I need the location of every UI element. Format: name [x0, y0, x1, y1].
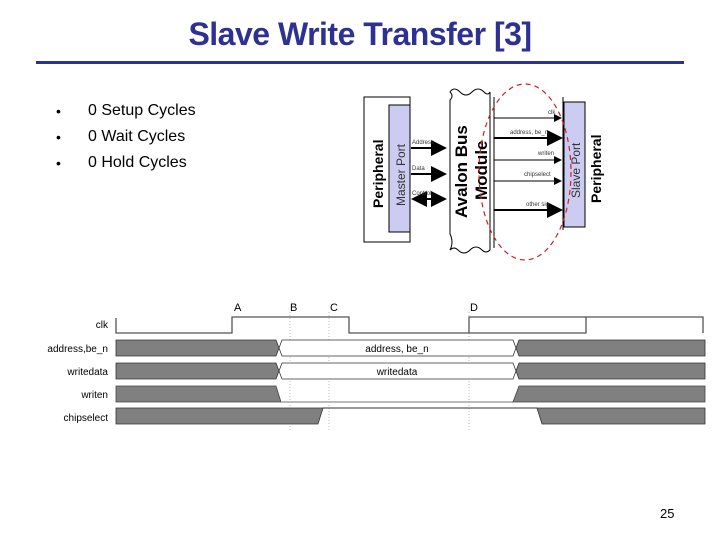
slave-peripheral-label: Peripheral — [588, 135, 604, 203]
bullet-text: 0 Setup Cycles — [88, 102, 196, 119]
address-value-label: address, be_n — [365, 344, 428, 355]
bullet-marker: • — [56, 155, 61, 171]
signal-name-chipselect: chipselect — [64, 413, 109, 424]
marker-a: A — [234, 302, 242, 314]
clk-waveform — [115, 316, 704, 334]
marker-c: C — [330, 302, 338, 314]
master-port-label: Master Port — [394, 143, 408, 206]
slave-signal-label: address, be_n — [510, 130, 548, 136]
slave-port-label: Slave Port — [569, 142, 583, 198]
bullet-text: 0 Wait Cycles — [88, 128, 186, 145]
bus-label-line2: Module — [472, 141, 491, 201]
writen-high-before — [115, 385, 282, 403]
page-number: 25 — [660, 506, 675, 521]
bullet-marker: • — [56, 129, 61, 145]
master-signal-label: Control — [412, 191, 431, 197]
address-invalid-after — [515, 339, 706, 357]
block-diagram: Peripheral Master Port Address Data Cont… — [363, 83, 604, 261]
clk-high-d — [468, 316, 586, 333]
signal-name-clk: clk — [96, 320, 109, 331]
slave-signal-label: writen — [537, 151, 554, 157]
marker-b: B — [290, 302, 297, 314]
address-invalid-before — [115, 339, 280, 357]
title-underline — [36, 61, 684, 64]
writedata-invalid-after — [515, 362, 706, 380]
master-signal-label: Data — [412, 166, 425, 172]
master-signal-label: Address — [412, 140, 434, 146]
bullet-text: 0 Hold Cycles — [88, 154, 187, 171]
chipselect-low-after — [536, 407, 706, 425]
marker-d: D — [470, 302, 478, 314]
signal-name-address: address,be_n — [47, 344, 108, 355]
slave-signal-label: chipselect — [524, 172, 551, 178]
master-peripheral-label: Peripheral — [370, 140, 386, 208]
slide-title: Slave Write Transfer [3] — [188, 16, 532, 52]
timing-diagram: A B C D clk address,be_n writedata write… — [47, 302, 706, 430]
slave-signal-label: clk — [548, 110, 556, 116]
slave-signal-label: other sig — [526, 202, 549, 208]
signal-name-writen: writen — [80, 390, 108, 401]
writedata-invalid-before — [115, 362, 280, 380]
bullet-marker: • — [56, 103, 61, 119]
writedata-value-label: writedata — [376, 367, 418, 378]
bus-label-line1: Avalon Bus — [452, 125, 471, 218]
writen-high-after — [512, 385, 706, 403]
signal-name-writedata: writedata — [66, 367, 108, 378]
chipselect-low-before — [115, 407, 324, 425]
